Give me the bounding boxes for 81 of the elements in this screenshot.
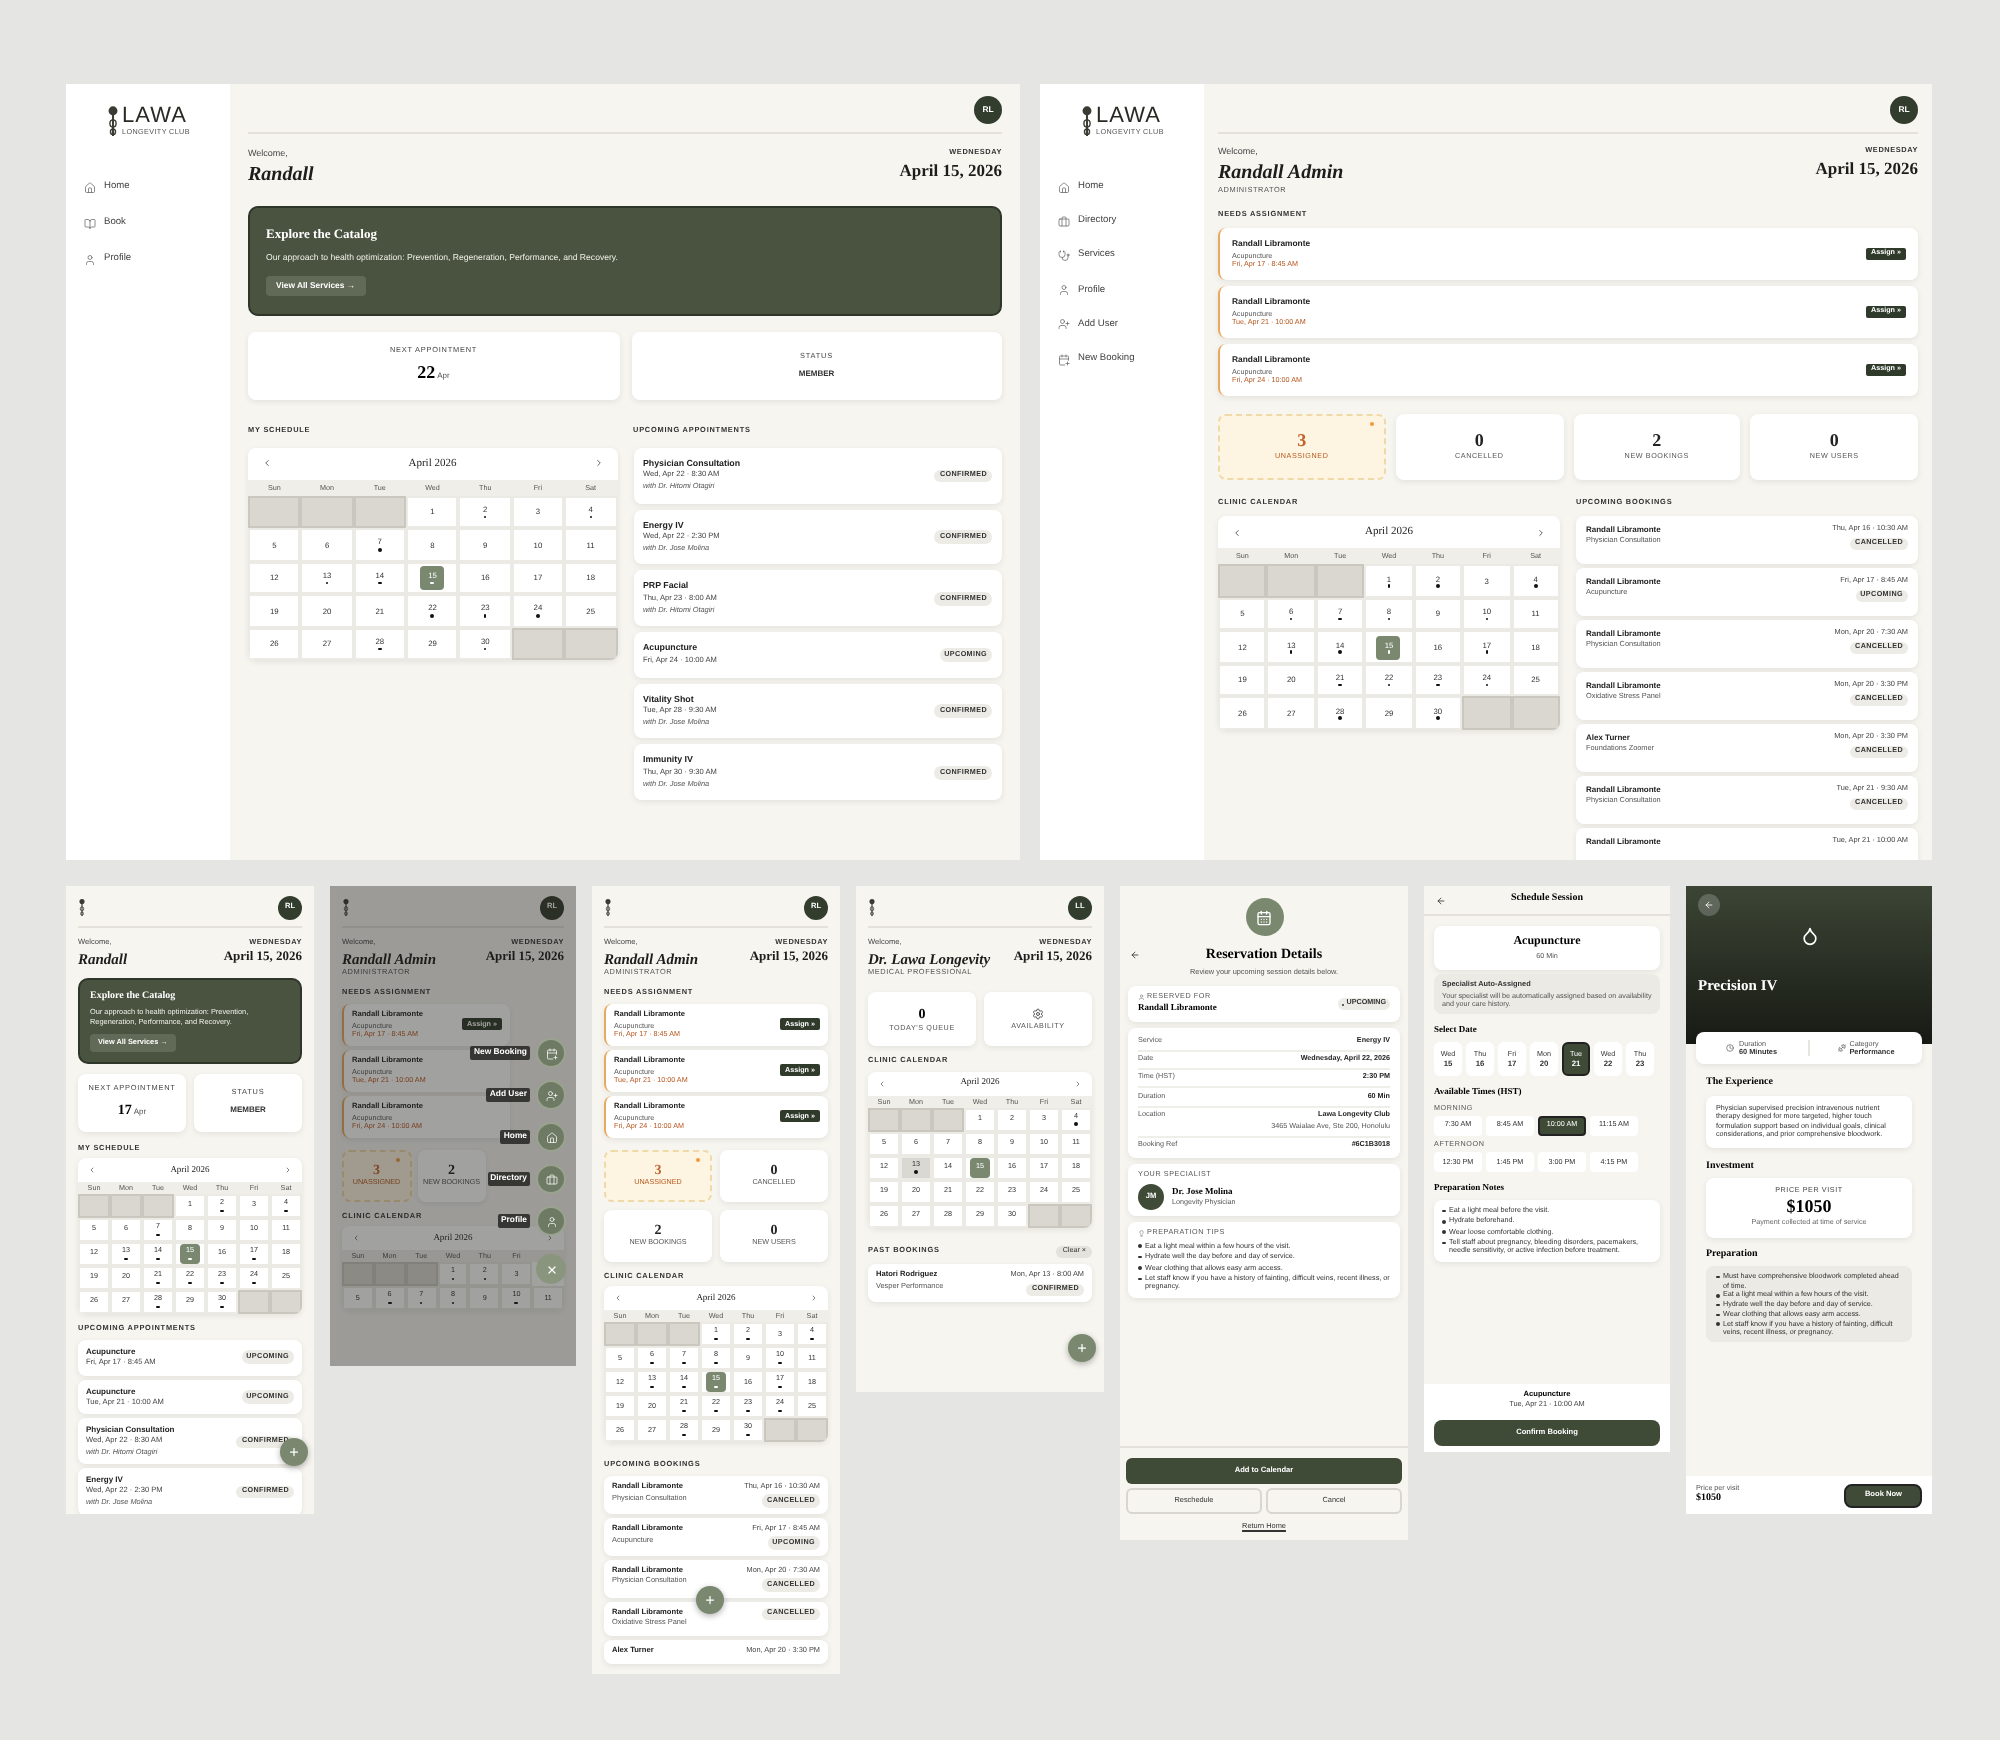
stat-value: 2 <box>1652 430 1662 453</box>
calendar-blank-day <box>764 1418 796 1443</box>
home-icon <box>84 181 96 194</box>
add-person-icon <box>545 1089 557 1101</box>
stat-value: 0 <box>1474 430 1484 453</box>
user-name: Randall <box>248 161 314 188</box>
calendar-blank-day <box>1028 1203 1060 1228</box>
calendar-blank-day <box>1462 696 1512 730</box>
home-icon <box>1058 181 1070 194</box>
add-button[interactable] <box>280 1438 308 1466</box>
calendar-blank-day <box>353 495 407 529</box>
calendar-blank-day <box>868 1107 900 1132</box>
calendar-blank-day <box>1511 696 1560 730</box>
stethoscope-icon <box>1058 249 1070 262</box>
calendar-blank-day <box>1266 564 1316 598</box>
close-icon <box>545 1263 557 1275</box>
date-heading: April 15, 2026 <box>1815 157 1918 180</box>
calendar-blank-day <box>796 1418 828 1443</box>
back-icon[interactable] <box>1436 895 1446 905</box>
brand-name: LAWA <box>122 105 187 128</box>
calendar-badge-icon <box>1245 898 1283 936</box>
calendar-blank-day <box>142 1194 174 1219</box>
person-icon <box>1058 284 1070 297</box>
logo-icon <box>342 898 350 918</box>
calendar-blank-day <box>1218 564 1267 598</box>
logo-icon <box>106 104 121 140</box>
calendar-blank-day <box>1315 564 1365 598</box>
logo-icon <box>868 898 876 918</box>
date-heading: April 15, 2026 <box>899 159 1002 182</box>
add-person-icon <box>1058 318 1070 331</box>
dumbbell-icon <box>1837 1044 1846 1052</box>
briefcase-icon <box>545 1173 557 1185</box>
back-icon <box>1704 900 1714 910</box>
plus-icon <box>1076 1342 1088 1354</box>
stat-value: 3 <box>1297 430 1307 453</box>
calendar-blank-day <box>900 1107 932 1132</box>
calendar-blank-day <box>270 1290 302 1315</box>
book-icon <box>84 217 96 230</box>
calendar-blank-day <box>300 495 354 529</box>
gear-icon <box>1032 1007 1044 1020</box>
clock-icon <box>1726 1044 1735 1052</box>
next-month-icon[interactable] <box>593 458 603 469</box>
plus-icon <box>288 1446 300 1458</box>
home-icon <box>545 1131 557 1143</box>
plus-icon <box>704 1594 716 1606</box>
lightbulb-icon <box>1138 1230 1145 1238</box>
calendar-blank-day <box>405 1262 438 1287</box>
stat-value: 22 <box>417 360 436 387</box>
logo-icon <box>604 898 612 918</box>
person-icon <box>1138 993 1145 1001</box>
stat-value: 0 <box>1829 430 1839 453</box>
add-button[interactable] <box>1068 1334 1096 1362</box>
calendar-blank-day <box>1060 1203 1092 1228</box>
logo-icon <box>78 898 86 918</box>
back-icon[interactable] <box>1130 949 1140 960</box>
calendar-blank-day <box>636 1322 668 1347</box>
calendar-plus-icon <box>545 1047 557 1059</box>
calendar-plus-icon <box>1058 353 1070 366</box>
calendar-blank-day <box>932 1107 964 1132</box>
next-month-icon[interactable] <box>1536 527 1546 538</box>
person-icon <box>84 253 96 266</box>
calendar-blank-day <box>110 1194 142 1219</box>
person-icon <box>545 1215 557 1227</box>
calendar-blank-day <box>238 1290 270 1315</box>
calendar-blank-day <box>342 1262 374 1287</box>
droplet-icon <box>1799 926 1819 946</box>
logo-icon <box>1080 104 1095 140</box>
calendar-blank-day <box>668 1322 700 1347</box>
previous-month-icon[interactable] <box>1232 527 1242 538</box>
calendar-blank-day <box>564 627 617 661</box>
calendar-blank-day <box>78 1194 110 1219</box>
calendar-blank-day <box>248 495 301 529</box>
back-button[interactable] <box>1698 894 1720 916</box>
briefcase-icon <box>1058 215 1070 228</box>
calendar-blank-day <box>511 627 565 661</box>
calendar-blank-day <box>373 1262 406 1287</box>
calendar-blank-day <box>604 1322 636 1347</box>
price-value: $1050 <box>1786 1196 1832 1218</box>
brand-name: LAWA <box>1096 105 1161 128</box>
user-name: Randall Admin <box>1218 159 1344 186</box>
previous-month-icon[interactable] <box>262 458 272 469</box>
